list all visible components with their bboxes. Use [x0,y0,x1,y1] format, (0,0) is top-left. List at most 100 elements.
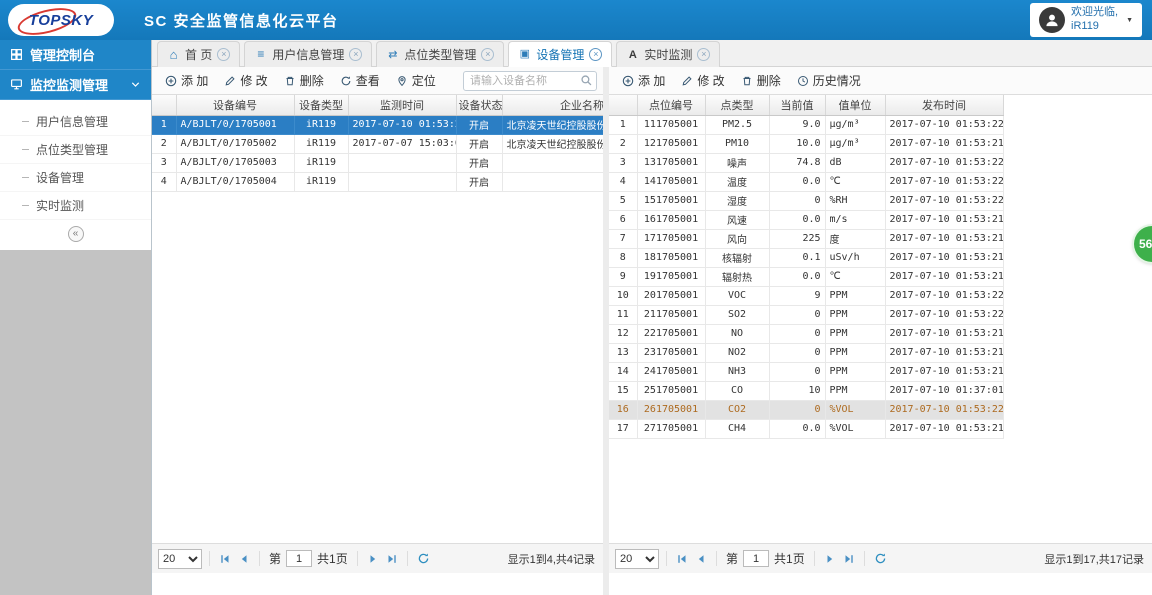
delete-button[interactable]: 删除 [277,69,331,92]
column-header-3: 值单位 [825,95,886,116]
top-header: TOPSKY SC 安全监管信息化云平台 欢迎光临, iR119 ▼ [0,0,1152,40]
table-row[interactable]: 15 251705001 CO 10 PPM 2017-07-10 01:37:01 [609,381,1004,401]
prev-page-button[interactable] [236,552,252,566]
row-number: 5 [609,191,638,211]
close-icon[interactable]: × [589,47,603,61]
close-icon[interactable]: × [349,48,363,61]
logo[interactable]: TOPSKY [8,4,114,36]
cell: 北京凌天世纪控股股份有限 [502,134,603,154]
sidebar-section-monitor[interactable]: 监控监测管理 [0,70,151,100]
tab-3[interactable]: 设备管理 × [508,41,613,67]
prev-page-button[interactable] [693,552,709,566]
row-number: 11 [609,305,638,325]
cell: CH4 [705,419,770,439]
edit-label: 修 改 [240,74,268,88]
collapse-icon[interactable]: « [67,226,84,242]
edit-button[interactable]: 修 改 [674,69,731,92]
table-row[interactable]: 4 A/BJLT/0/1705004 iR119 开启 [152,172,603,192]
table-row[interactable]: 6 161705001 风速 0.0 m/s 2017-07-10 01:53:21 [609,210,1004,230]
cell: μg/m³ [825,115,886,135]
table-row[interactable]: 13 231705001 NO2 0 PPM 2017-07-10 01:53:21 [609,343,1004,363]
sidebar-item-label: 用户信息管理 [36,115,109,129]
table-row[interactable]: 14 241705001 NH3 0 PPM 2017-07-10 01:53:21 [609,362,1004,382]
cell: 风速 [705,210,770,230]
cell: 2017-07-10 01:53:21 [885,210,1004,230]
last-page-button[interactable] [841,552,857,566]
sidebar-collapse[interactable]: « [0,224,151,244]
sidebar-item-0[interactable]: 用户信息管理 [0,108,151,136]
page-number-input[interactable] [286,550,313,567]
search-input[interactable] [463,70,597,91]
sidebar-item-1[interactable]: 点位类型管理 [0,136,151,164]
point-toolbar: 添 加 修 改 删除 历史情况 [609,67,1152,95]
table-row[interactable]: 7 171705001 风向 225 度 2017-07-10 01:53:21 [609,229,1004,249]
tab-bar: 首 页 × 用户信息管理 × 点位类型管理 × 设备管理 × 实时监测 × [152,40,1152,67]
table-row[interactable]: 16 261705001 CO2 0 %VOL 2017-07-10 01:53:22 [609,400,1004,420]
table-row[interactable]: 8 181705001 核辐射 0.1 uSv/h 2017-07-10 01:53:21 [609,248,1004,268]
table-row[interactable]: 4 141705001 温度 0.0 ℃ 2017-07-10 01:53:22 [609,172,1004,192]
cell: 2017-07-10 01:53:22 [885,115,1004,135]
add-button[interactable]: 添 加 [158,69,215,92]
table-row[interactable]: 3 131705001 噪声 74.8 dB 2017-07-10 01:53:22 [609,153,1004,173]
table-row[interactable]: 1 A/BJLT/0/1705001 iR119 2017-07-10 01:53:2… [152,115,603,135]
cell: 2017-07-10 01:37:01 [885,381,1004,401]
last-page-button[interactable] [384,552,400,566]
cell: 10 [769,381,826,401]
cell: 2017-07-07 15:03:05 [348,134,457,154]
search-icon[interactable] [580,74,593,87]
table-row[interactable]: 2 121705001 PM10 10.0 μg/m³ 2017-07-10 01:53:… [609,134,1004,154]
close-icon[interactable]: × [697,48,711,61]
column-header-1: 设备类型 [294,95,349,116]
sidebar-item-2[interactable]: 设备管理 [0,164,151,192]
close-icon[interactable]: × [217,48,231,61]
page-size-select[interactable]: 20 [158,548,202,569]
content-panels: 添 加 修 改 删除 查看 定位 请输入设备名称 设备编号 设备类型 监测时间 … [152,67,1152,595]
refresh-button[interactable] [415,551,432,566]
user-menu[interactable]: 欢迎光临, iR119 ▼ [1030,3,1142,37]
page-title: SC 安全监管信息化云平台 [144,12,339,30]
first-page-button[interactable] [674,552,690,566]
tab-label: 设备管理 [536,47,585,62]
table-row[interactable]: 9 191705001 辐射热 0.0 ℃ 2017-07-10 01:53:21 [609,267,1004,287]
cell: 2017-07-10 01:53:22 [885,153,1004,173]
cell: NO2 [705,343,770,363]
locate-button[interactable]: 定位 [389,69,443,92]
table-row[interactable]: 10 201705001 VOC 9 PPM 2017-07-10 01:53:22 [609,286,1004,306]
add-button[interactable]: 添 加 [615,69,672,92]
edit-button[interactable]: 修 改 [217,69,274,92]
page-number-input[interactable] [743,550,770,567]
tab-0[interactable]: 首 页 × [157,41,241,67]
page-total-label: 共1页 [774,552,805,566]
next-page-button[interactable] [365,552,381,566]
view-button[interactable]: 查看 [333,69,387,92]
tab-4[interactable]: 实时监测 × [616,41,721,67]
sidebar: 管理控制台 监控监测管理 用户信息管理 点位类型管理 设备管理 实时监测 « [0,40,152,595]
app-root: TOPSKY SC 安全监管信息化云平台 欢迎光临, iR119 ▼ 管理控制台… [0,0,1152,595]
row-number: 9 [609,267,638,287]
table-row[interactable]: 17 271705001 CH4 0.0 %VOL 2017-07-10 01:53:21 [609,419,1004,439]
column-header-0: 点位编号 [637,95,706,116]
table-row[interactable]: 2 A/BJLT/0/1705002 iR119 2017-07-07 15:03:0… [152,134,603,154]
history-button[interactable]: 历史情况 [790,69,868,92]
delete-button[interactable]: 删除 [734,69,788,92]
column-header-2: 监测时间 [348,95,457,116]
first-page-button[interactable] [217,552,233,566]
page-size-select[interactable]: 20 [615,548,659,569]
cell: NO [705,324,770,344]
cell: μg/m³ [825,134,886,154]
next-page-button[interactable] [822,552,838,566]
table-row[interactable]: 5 151705001 湿度 0 %RH 2017-07-10 01:53:22 [609,191,1004,211]
tab-2[interactable]: 点位类型管理 × [376,41,505,67]
table-row[interactable]: 11 211705001 SO2 0 PPM 2017-07-10 01:53:22 [609,305,1004,325]
table-row[interactable]: 3 A/BJLT/0/1705003 iR119 开启 [152,153,603,173]
row-number: 3 [609,153,638,173]
table-row[interactable]: 12 221705001 NO 0 PPM 2017-07-10 01:53:21 [609,324,1004,344]
tab-1[interactable]: 用户信息管理 × [244,41,373,67]
table-row[interactable]: 1 111705001 PM2.5 9.0 μg/m³ 2017-07-10 01:53:… [609,115,1004,135]
cell: 湿度 [705,191,770,211]
sidebar-item-3[interactable]: 实时监测 [0,192,151,220]
refresh-button[interactable] [872,551,889,566]
sidebar-section-console[interactable]: 管理控制台 [0,40,151,70]
cell: 风向 [705,229,770,249]
close-icon[interactable]: × [481,48,495,61]
